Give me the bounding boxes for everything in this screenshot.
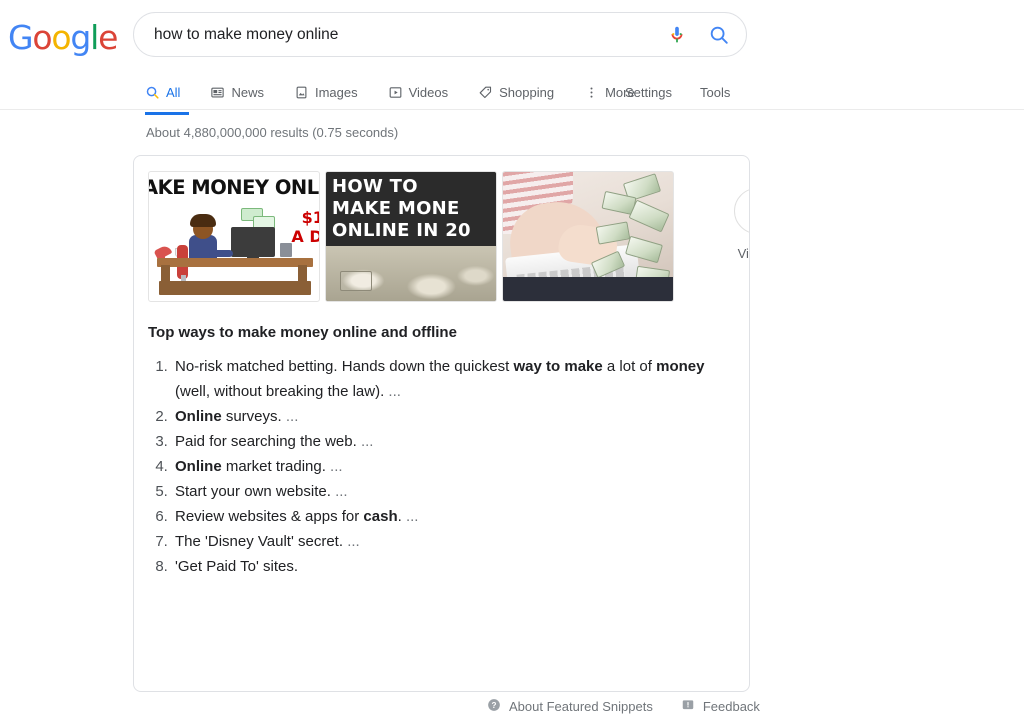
snippet-text: ... <box>401 508 419 525</box>
search-header: Google A <box>0 0 1024 115</box>
pen-holder-shape <box>280 243 292 257</box>
carousel-thumbnail-1[interactable]: AKE MONEY ONLI $10A DA <box>148 171 320 302</box>
snippet-text: The 'Disney Vault' secret. <box>175 533 344 550</box>
tab-videos[interactable]: Videos <box>388 76 465 109</box>
thumbnail-1-price: $10A DA <box>291 208 319 246</box>
logo-letter: l <box>90 18 99 57</box>
result-stats: About 4,880,000,000 results (0.75 second… <box>146 125 399 140</box>
image-carousel: AKE MONEY ONLI $10A DA <box>148 171 674 302</box>
person-arm-shape <box>209 250 233 257</box>
highlighted-term: Online <box>175 458 222 475</box>
search-tabs: All News Images Videos Shopping More <box>145 76 665 115</box>
about-featured-snippets-link[interactable]: ? About Featured Snippets <box>487 698 653 715</box>
arrow-right-icon <box>734 188 749 234</box>
tab-images-label: Images <box>314 85 358 100</box>
snippet-list: No-risk matched betting. Hands down the … <box>148 354 734 579</box>
feedback-flag-icon <box>681 698 695 715</box>
header-divider <box>0 109 1024 110</box>
view-all-images-button[interactable]: View a <box>702 188 749 261</box>
snippet-list-item: No-risk matched betting. Hands down the … <box>172 354 734 404</box>
snippet-text: ... <box>281 408 299 425</box>
tab-videos-label: Videos <box>408 85 449 100</box>
more-vertical-icon <box>584 85 599 100</box>
snippet-text: Review websites & apps for <box>175 508 364 525</box>
desk-top-shape <box>157 258 313 267</box>
highlighted-term: cash <box>363 508 398 525</box>
tab-all-label: All <box>166 85 181 100</box>
thumbnail-2-line2: MAKE MONE <box>332 198 460 219</box>
thumbnail-1-headline: AKE MONEY ONLI <box>148 176 320 199</box>
about-featured-snippets-label: About Featured Snippets <box>509 699 653 714</box>
snippet-text: Paid for searching the web. <box>175 433 357 450</box>
snippet-list-item: Review websites & apps for cash. ... <box>172 504 734 529</box>
google-logo[interactable]: Google <box>8 18 118 57</box>
snippet-text: ... <box>356 433 374 450</box>
person-hair-shape <box>190 214 216 227</box>
tab-news[interactable]: News <box>210 76 280 109</box>
snippet-list-item: The 'Disney Vault' secret. ... <box>172 529 734 554</box>
snippet-list-item: Start your own website. ... <box>172 479 734 504</box>
view-all-label: View a <box>737 246 749 261</box>
snippet-text: a lot of <box>602 358 657 375</box>
tools-button[interactable]: Tools <box>700 85 730 100</box>
settings-button[interactable]: Settings <box>625 85 672 100</box>
snippet-text: market trading. <box>221 458 326 475</box>
snippet-list-item: Paid for searching the web. ... <box>172 429 734 454</box>
highlighted-term: Online <box>175 408 222 425</box>
carousel-thumbnail-3[interactable] <box>502 171 674 302</box>
search-tools-group: Settings Tools <box>625 76 730 109</box>
monitor-shape <box>231 227 275 257</box>
microphone-icon[interactable] <box>658 16 696 54</box>
snippet-list-item: Online market trading. ... <box>172 454 734 479</box>
snippet-title: Top ways to make money online and offlin… <box>148 324 457 341</box>
image-icon <box>294 85 309 100</box>
logo-letter: e <box>98 18 118 57</box>
thumbnail-2-line1: HOW TO <box>332 176 418 197</box>
snippet-text: 'Get Paid To' sites. <box>175 558 299 575</box>
snippet-text: ... <box>343 533 360 550</box>
tab-shopping-label: Shopping <box>499 85 555 100</box>
tab-images[interactable]: Images <box>294 76 374 109</box>
highlighted-term: money <box>656 358 705 375</box>
photo-foreground-shadow <box>503 277 673 301</box>
snippet-text: ... <box>330 483 348 500</box>
tag-icon <box>478 85 493 100</box>
tab-shopping[interactable]: Shopping <box>478 76 570 109</box>
search-bar[interactable] <box>133 12 747 57</box>
snippet-list-item: Online surveys. ... <box>172 404 734 429</box>
snippet-list-item: 'Get Paid To' sites. <box>172 554 734 579</box>
logo-letter: o <box>32 18 52 57</box>
snippet-text: No-risk matched betting. Hands down the … <box>175 358 514 375</box>
snippet-text: surveys. <box>221 408 282 425</box>
snippet-text: Start your own website. <box>175 483 331 500</box>
featured-snippet-card: AKE MONEY ONLI $10A DA <box>133 155 750 692</box>
search-submit-icon[interactable] <box>696 16 742 54</box>
tab-all[interactable]: All <box>145 76 196 115</box>
snippet-text: ... <box>325 458 343 475</box>
search-input[interactable] <box>152 24 658 45</box>
cash-photo-backdrop <box>326 241 496 301</box>
question-circle-icon: ? <box>487 698 501 715</box>
thumbnail-2-banner: HOW TO MAKE MONE ONLINE IN 20 <box>326 172 496 246</box>
snippet-footer: ? About Featured Snippets Feedback <box>487 698 760 715</box>
video-icon <box>388 85 403 100</box>
snippet-text: (well, without breaking the law). <box>175 383 385 400</box>
svg-text:?: ? <box>492 701 497 710</box>
highlighted-term: way to make <box>513 358 603 375</box>
feedback-link[interactable]: Feedback <box>681 698 760 715</box>
desk-shape <box>159 281 311 295</box>
logo-letter: o <box>51 18 71 57</box>
carousel-thumbnail-2[interactable]: HOW TO MAKE MONE ONLINE IN 20 <box>325 171 497 302</box>
news-icon <box>210 85 225 100</box>
tab-news-label: News <box>231 85 264 100</box>
feedback-label: Feedback <box>702 699 760 714</box>
logo-letter: g <box>70 18 91 57</box>
snippet-text: ... <box>384 383 401 400</box>
logo-letter: G <box>8 18 34 57</box>
thumbnail-2-line3: ONLINE IN 20 <box>332 220 471 241</box>
search-icon <box>145 85 160 100</box>
